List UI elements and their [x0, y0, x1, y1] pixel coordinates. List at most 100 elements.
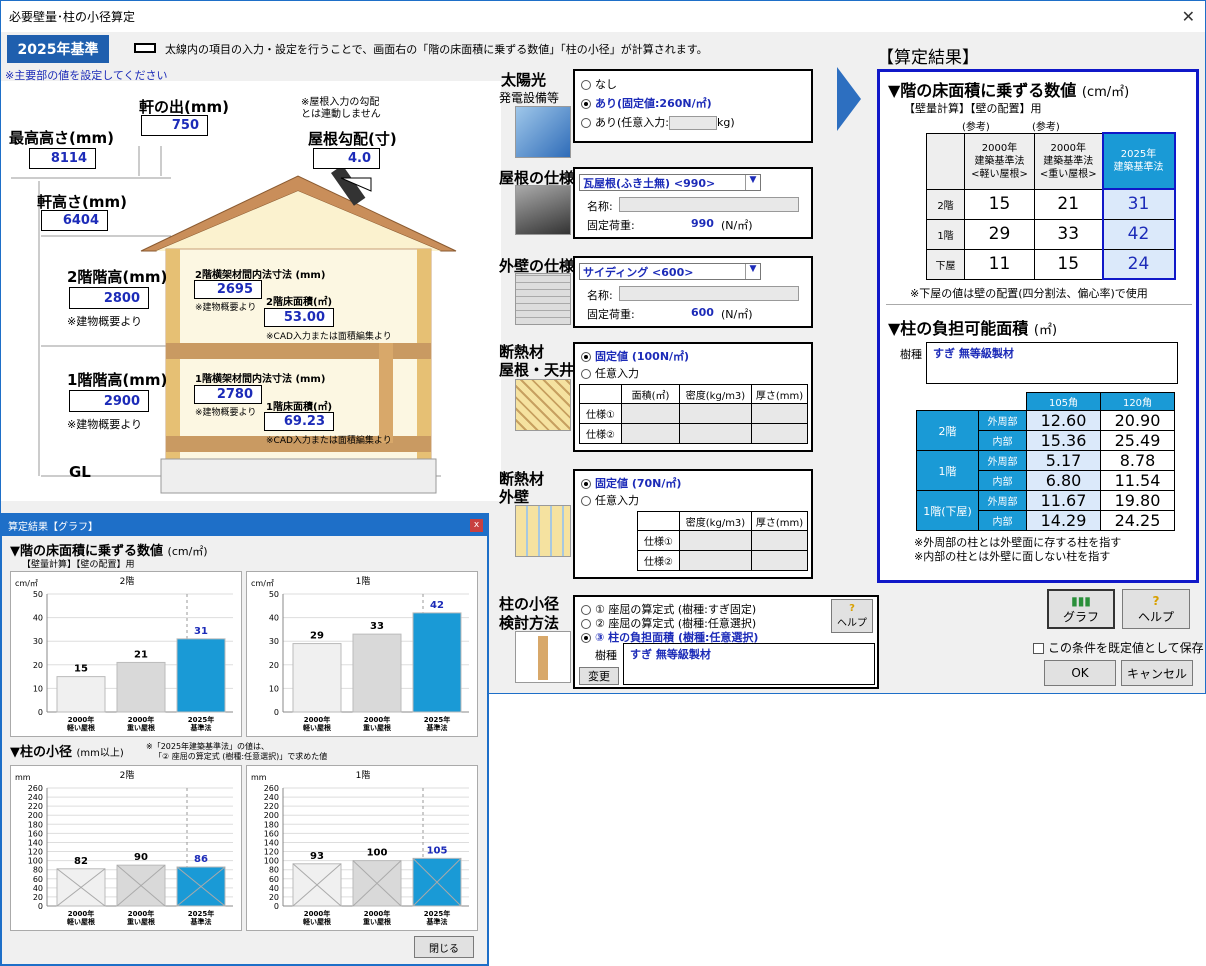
table-cell[interactable]	[679, 530, 752, 551]
wall-name-field[interactable]	[619, 286, 799, 301]
y-tick-label: 50	[33, 590, 43, 599]
data-label: 15	[74, 664, 88, 675]
roof-name-label: 名称:	[587, 200, 613, 213]
y-tick-label: 240	[28, 793, 43, 802]
roof-pitch-field[interactable]: 4.0	[313, 148, 380, 169]
table-cell: 21	[1034, 188, 1103, 220]
y-tick-label: 200	[264, 811, 279, 820]
table-cell[interactable]	[621, 423, 680, 444]
x-tick-label: 2000年	[364, 715, 390, 724]
y-tick-label: 20	[33, 893, 43, 902]
wall-select[interactable]: サイディング <600> ▼	[579, 263, 761, 280]
table-cell: 12.60	[1026, 410, 1101, 431]
table-row: 2階 15 21 31	[926, 188, 1176, 220]
ok-button[interactable]: OK	[1044, 660, 1116, 686]
roof-name-field[interactable]	[619, 197, 799, 212]
table-cell[interactable]	[751, 550, 808, 571]
table-cell[interactable]	[751, 403, 808, 424]
y-tick-label: 40	[33, 614, 43, 623]
eave-out-field[interactable]: 750	[141, 115, 208, 136]
y-tick-label: 240	[264, 793, 279, 802]
floor-table: 2000年 建築基準法 <軽い屋根> 2000年 建築基準法 <重い屋根> 2025…	[926, 132, 1176, 280]
f2-height-field[interactable]: 2800	[69, 287, 149, 309]
data-label: 29	[310, 631, 324, 642]
column-help-button[interactable]: ? ヘルプ	[831, 599, 873, 633]
y-tick-label: 0	[38, 708, 43, 717]
wall-select-value: サイディング <600>	[583, 266, 694, 279]
y-tick-label: 100	[28, 857, 43, 866]
ins-roof-opt-custom[interactable]: 任意入力	[581, 365, 639, 381]
table-row: 2階 外周部 12.60 20.90	[916, 410, 1175, 451]
wall-load-value: 600	[691, 306, 714, 319]
graph-button[interactable]: ▮▮▮ グラフ	[1047, 589, 1115, 629]
chevron-down-icon[interactable]: ▼	[745, 264, 760, 279]
data-label: 21	[134, 649, 148, 660]
solar-box: なし あり(固定値:260N/㎡) あり(任意入力: kg)	[573, 69, 813, 143]
close-icon[interactable]: ✕	[1182, 7, 1195, 26]
y-tick-label: 0	[274, 902, 279, 911]
save-default-checkbox[interactable]: この条件を既定値として保存	[1033, 639, 1204, 656]
table-cell[interactable]	[679, 403, 752, 424]
x-tick-label: 2000年	[68, 909, 94, 918]
y-tick-label: 20	[269, 893, 279, 902]
col-header: 厚さ(mm)	[751, 384, 808, 404]
ins-roof-title2: 屋根・天井	[499, 361, 575, 379]
save-default-label: この条件を既定値として保存	[1048, 641, 1204, 655]
arrow-right-icon	[837, 67, 861, 131]
close-graph-button[interactable]: 閉じる	[414, 936, 474, 958]
ins-roof-table: 面積(㎡) 密度(kg/m3) 厚さ(mm) 仕様① 仕様②	[579, 384, 808, 444]
data-label: 105	[427, 845, 448, 856]
change-button[interactable]: 変更	[579, 667, 619, 685]
table-cell[interactable]	[679, 550, 752, 571]
chart-column-1f: 1階mm020406080100120140160180200220240260…	[246, 765, 478, 931]
checkbox-icon[interactable]	[1033, 643, 1044, 654]
solar-custom-input[interactable]	[669, 116, 717, 130]
y-tick-label: 0	[274, 708, 279, 717]
roof-load-label: 固定荷重:	[587, 219, 635, 232]
chevron-down-icon[interactable]: ▼	[745, 175, 760, 190]
question-icon: ?	[1152, 593, 1160, 608]
table-cell[interactable]	[751, 423, 808, 444]
solar-opt-fixed[interactable]: あり(固定値:260N/㎡)	[581, 95, 712, 111]
table-cell[interactable]	[621, 403, 680, 424]
table-cell[interactable]	[751, 530, 808, 551]
roof-load-value: 990	[691, 217, 714, 230]
solar-opt-custom[interactable]: あり(任意入力: kg)	[581, 114, 735, 130]
ins-wall-opt-fixed[interactable]: 固定値 (70N/㎡)	[581, 475, 681, 491]
y-unit-label: cm/㎡	[15, 579, 38, 588]
solar-opt-none-label: なし	[595, 78, 617, 91]
y-tick-label: 260	[264, 784, 279, 793]
eave-height-field[interactable]: 6404	[41, 210, 108, 231]
row-group-label: 2階	[916, 410, 979, 451]
roof-select[interactable]: 瓦屋根(ふき土無) <990> ▼	[579, 174, 761, 191]
f1-beam-field[interactable]: 2780	[194, 385, 262, 404]
table-cell[interactable]	[679, 423, 752, 444]
close-icon[interactable]: x	[470, 519, 483, 532]
col-header: 面積(㎡)	[621, 384, 680, 404]
x-tick-label: 重い屋根	[127, 723, 155, 732]
ins-wall-box: 固定値 (70N/㎡) 任意入力 密度(kg/m3) 厚さ(mm) 仕様① 仕様②	[573, 469, 813, 579]
y-tick-label: 100	[264, 857, 279, 866]
f2-area-field[interactable]: 53.00	[264, 308, 334, 327]
ins-wall-opt-custom[interactable]: 任意入力	[581, 492, 639, 508]
data-label: 82	[74, 856, 88, 867]
species-label: 樹種	[900, 348, 922, 361]
y-tick-label: 120	[28, 848, 43, 857]
ins-roof-opt-custom-label: 任意入力	[595, 367, 639, 380]
row-label: 2階	[926, 188, 965, 220]
row-label: 仕様①	[637, 530, 680, 551]
help-button[interactable]: ? ヘルプ	[1122, 589, 1190, 629]
row-label: 外周部	[978, 490, 1027, 511]
bar-chart-icon: ▮▮▮	[1071, 593, 1091, 608]
f1-height-field[interactable]: 2900	[69, 390, 149, 412]
solar-opt-none[interactable]: なし	[581, 76, 617, 92]
f2-beam-field[interactable]: 2695	[194, 280, 262, 299]
x-tick-label: 基準法	[190, 723, 212, 732]
ins-roof-opt-fixed[interactable]: 固定値 (100N/㎡)	[581, 348, 689, 364]
max-height-field[interactable]: 8114	[29, 148, 96, 169]
cancel-button[interactable]: キャンセル	[1121, 660, 1193, 686]
y-tick-label: 30	[33, 637, 43, 646]
f1-area-field[interactable]: 69.23	[264, 412, 334, 431]
graph-window: 算定結果【グラフ】 x ▼階の床面積に乗ずる数値 (cm/㎡) 【壁量計算】【壁…	[0, 513, 489, 966]
f1-beam-note: ※建物概要より	[195, 408, 257, 418]
